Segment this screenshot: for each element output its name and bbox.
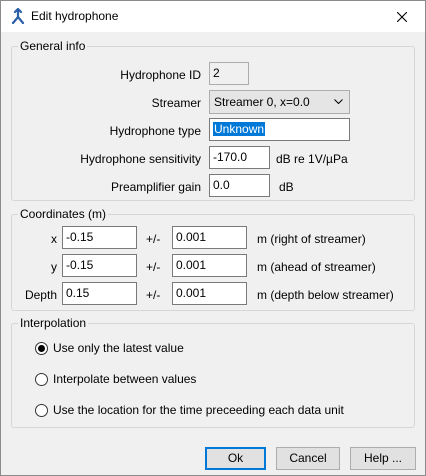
hydrophone-type-input[interactable]: Unknown bbox=[209, 118, 350, 141]
coord-y-input[interactable]: -0.15 bbox=[62, 254, 137, 277]
coord-depth-input[interactable]: 0.15 bbox=[62, 282, 137, 305]
radio-interpolate-label: Interpolate between values bbox=[53, 372, 197, 386]
hydrophone-app-icon bbox=[11, 8, 25, 24]
coord-x-desc: m (right of streamer) bbox=[257, 232, 366, 246]
cancel-button[interactable]: Cancel bbox=[276, 447, 340, 470]
ok-button[interactable]: Ok bbox=[205, 447, 266, 470]
coord-depth-error-input[interactable]: 0.001 bbox=[172, 282, 247, 305]
plus-minus-label: +/- bbox=[146, 232, 161, 246]
coord-y-desc: m (ahead of streamer) bbox=[257, 260, 376, 274]
coord-x-label: x bbox=[51, 232, 57, 246]
sensitivity-unit-label: dB re 1V/µPa bbox=[276, 152, 348, 166]
plus-minus-label: +/- bbox=[146, 260, 161, 274]
gain-unit-label: dB bbox=[279, 180, 294, 194]
radio-preceeding-time-label: Use the location for the time preceeding… bbox=[53, 403, 344, 417]
general-info-legend: General info bbox=[20, 39, 86, 53]
streamer-label: Streamer bbox=[151, 96, 201, 110]
radio-latest-value-label: Use only the latest value bbox=[53, 341, 184, 355]
preamplifier-gain-label: Preamplifier gain bbox=[110, 180, 201, 194]
hydrophone-type-value: Unknown bbox=[213, 122, 266, 136]
interpolation-legend: Interpolation bbox=[20, 316, 87, 330]
hydrophone-sensitivity-label: Hydrophone sensitivity bbox=[80, 152, 201, 166]
hydrophone-id-label: Hydrophone ID bbox=[120, 68, 201, 82]
coord-x-input[interactable]: -0.15 bbox=[62, 226, 137, 249]
title-bar[interactable]: Edit hydrophone bbox=[1, 1, 425, 32]
radio-button[interactable] bbox=[35, 403, 48, 417]
coord-depth-desc: m (depth below streamer) bbox=[257, 288, 394, 302]
coord-y-error-input[interactable]: 0.001 bbox=[172, 254, 247, 277]
close-icon bbox=[397, 11, 407, 22]
coord-y-label: y bbox=[51, 260, 57, 274]
window-title: Edit hydrophone bbox=[31, 9, 119, 23]
coord-depth-label: Depth bbox=[24, 288, 57, 302]
coordinates-legend: Coordinates (m) bbox=[20, 207, 107, 221]
plus-minus-label: +/- bbox=[146, 288, 161, 302]
preamplifier-gain-input[interactable]: 0.0 bbox=[209, 174, 270, 197]
radio-preceeding-time[interactable]: Use the location for the time preceeding… bbox=[35, 403, 344, 417]
hydrophone-type-label: Hydrophone type bbox=[109, 124, 201, 138]
coord-x-error-input[interactable]: 0.001 bbox=[172, 226, 247, 249]
radio-button[interactable] bbox=[35, 372, 48, 386]
radio-button-selected[interactable] bbox=[35, 341, 48, 355]
streamer-selected-value: Streamer 0, x=0.0 bbox=[214, 95, 310, 109]
close-button[interactable] bbox=[379, 1, 425, 32]
chevron-down-icon bbox=[334, 99, 343, 105]
hydrophone-sensitivity-input[interactable]: -170.0 bbox=[209, 146, 270, 169]
help-button[interactable]: Help ... bbox=[350, 447, 416, 470]
radio-interpolate[interactable]: Interpolate between values bbox=[35, 372, 196, 386]
streamer-select[interactable]: Streamer 0, x=0.0 bbox=[209, 90, 350, 114]
hydrophone-id-field: 2 bbox=[209, 62, 249, 85]
radio-latest-value[interactable]: Use only the latest value bbox=[35, 341, 184, 355]
edit-hydrophone-dialog: Edit hydrophone General info Hydrophone … bbox=[0, 0, 426, 476]
